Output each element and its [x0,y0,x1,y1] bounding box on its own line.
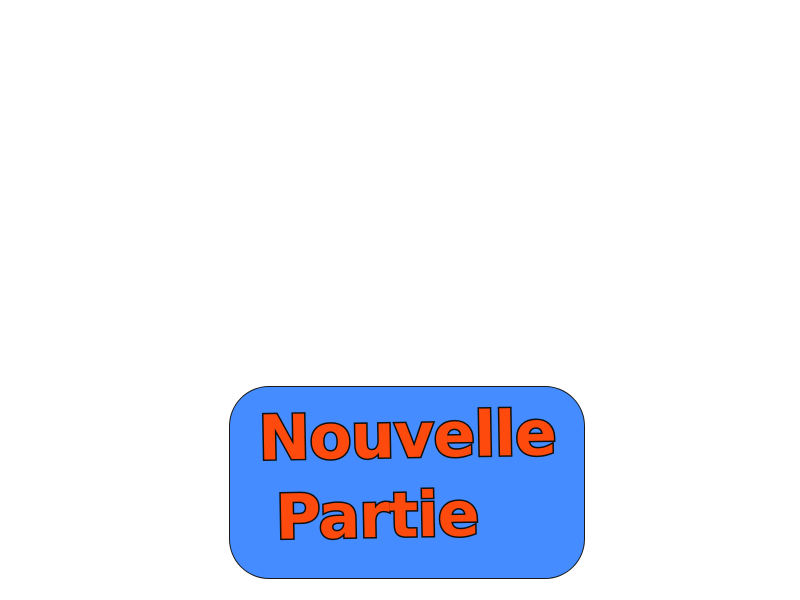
new-game-label-line1: Nouvelle [256,395,558,476]
game-menu-screen: Nouvelle Partie [0,0,800,600]
new-game-label-line2: Partie [273,476,480,556]
new-game-button[interactable]: Nouvelle Partie [229,386,585,579]
